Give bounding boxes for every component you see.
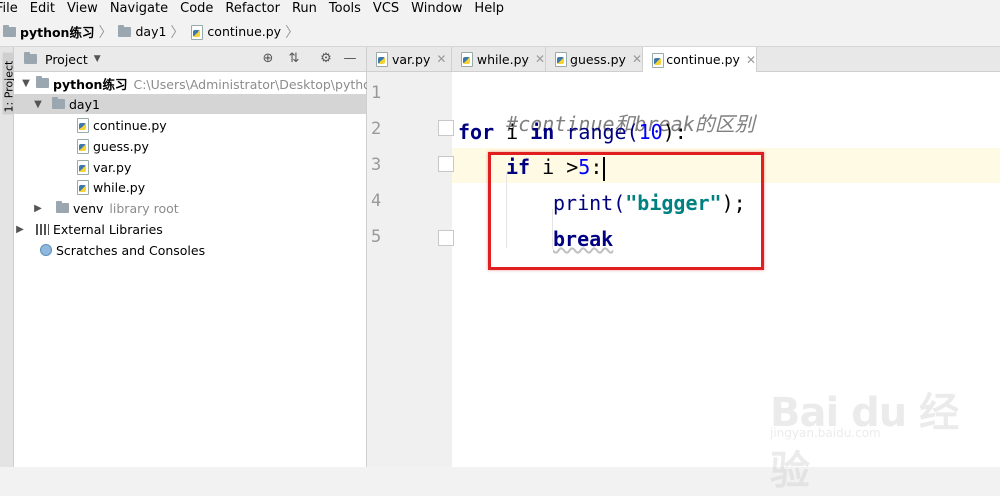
hide-panel-icon[interactable]: — — [342, 51, 358, 67]
menu-help[interactable]: Help — [474, 0, 504, 17]
folder-icon — [56, 201, 69, 213]
python-file-icon — [554, 52, 568, 67]
close-icon[interactable]: ✕ — [632, 52, 642, 66]
tree-item-venv[interactable]: ▶ venv library root — [32, 198, 179, 218]
python-file-icon — [190, 24, 204, 40]
collapse-all-icon[interactable]: ⇅ — [286, 51, 302, 67]
breadcrumb-day1[interactable]: day1 〉 — [118, 22, 190, 42]
fold-marker-icon[interactable] — [438, 120, 454, 136]
menu-navigate[interactable]: Navigate — [110, 0, 168, 17]
line-number: 3 — [371, 155, 382, 175]
menu-refactor[interactable]: Refactor — [225, 0, 280, 17]
close-icon[interactable]: ✕ — [746, 53, 756, 67]
breadcrumb: python练习〉 day1 〉 continue.py 〉 — [0, 17, 1000, 47]
python-file-icon — [651, 52, 665, 68]
menu-edit[interactable]: Edit — [30, 0, 55, 17]
code-line-2[interactable]: for i in range(10): — [458, 118, 687, 146]
fold-marker-icon[interactable] — [438, 156, 454, 172]
project-panel: Project ▼ ⊕ ⇅ ⚙ — ▼ python练习 C:\Users\Ad… — [14, 47, 391, 467]
chevron-right-icon[interactable]: ▶ — [14, 224, 26, 235]
menu-code[interactable]: Code — [180, 0, 213, 17]
editor-tab-bar: var.py ✕ while.py ✕ guess.py ✕ continue.… — [367, 47, 1000, 72]
python-file-icon — [375, 52, 388, 67]
tree-item-scratches[interactable]: Scratches and Consoles — [40, 240, 205, 260]
annotation-highlight-box — [488, 152, 764, 270]
project-view-icon — [24, 52, 37, 64]
watermark-url: jingyan.baidu.com — [770, 426, 881, 440]
baidu-watermark: Bai du 经验 jingyan.baidu.com — [770, 380, 990, 494]
menu-file[interactable]: File — [0, 0, 18, 17]
chevron-right-icon: 〉 — [170, 24, 185, 41]
tab-var-py[interactable]: var.py ✕ — [367, 47, 452, 71]
tree-item-day1[interactable]: ▼ day1 — [14, 94, 366, 114]
folder-icon — [52, 97, 65, 109]
breadcrumb-project[interactable]: python练习〉 — [3, 22, 118, 42]
python-file-icon — [76, 160, 89, 175]
breadcrumb-file[interactable]: continue.py 〉 — [190, 22, 305, 42]
dropdown-arrow-icon[interactable]: ▼ — [94, 54, 101, 64]
line-number: 5 — [371, 227, 382, 247]
locate-icon[interactable]: ⊕ — [260, 51, 276, 67]
tab-continue-py[interactable]: continue.py ✕ — [643, 47, 757, 72]
folder-icon — [3, 24, 16, 37]
project-panel-header: Project ▼ ⊕ ⇅ ⚙ — — [14, 47, 366, 72]
tree-item-external-libraries[interactable]: ▶ External Libraries — [14, 219, 163, 239]
close-icon[interactable]: ✕ — [436, 52, 446, 66]
folder-icon — [36, 76, 49, 88]
menu-view[interactable]: View — [67, 0, 98, 17]
line-number: 4 — [371, 191, 382, 211]
chevron-down-icon[interactable]: ▼ — [32, 99, 44, 110]
tab-guess-py[interactable]: guess.py ✕ — [546, 47, 643, 71]
menu-window[interactable]: Window — [411, 0, 462, 17]
chevron-down-icon[interactable]: ▼ — [20, 78, 32, 89]
tree-item-file[interactable]: continue.py — [76, 115, 167, 135]
fold-marker-icon[interactable] — [438, 230, 454, 246]
line-number: 1 — [371, 83, 382, 103]
tree-item-file[interactable]: var.py — [76, 157, 131, 177]
tree-item-project-root[interactable]: ▼ python练习 C:\Users\Administrator\Deskto… — [20, 73, 391, 93]
line-number-gutter: 1 2 3 4 5 — [367, 72, 454, 467]
tab-while-py[interactable]: while.py ✕ — [452, 47, 546, 71]
chevron-right-icon: 〉 — [98, 24, 113, 41]
tree-item-file[interactable]: guess.py — [76, 136, 149, 156]
scratches-icon — [40, 244, 52, 256]
python-file-icon — [460, 52, 473, 67]
project-panel-title[interactable]: Project — [45, 52, 88, 67]
gear-icon[interactable]: ⚙ — [318, 51, 334, 67]
close-icon[interactable]: ✕ — [535, 52, 545, 66]
menu-vcs[interactable]: VCS — [373, 0, 399, 17]
library-icon — [36, 223, 49, 235]
chevron-right-icon: 〉 — [285, 24, 300, 41]
menu-tools[interactable]: Tools — [329, 0, 361, 17]
folder-icon — [118, 24, 132, 37]
menu-bar: File Edit View Navigate Code Refactor Ru… — [0, 0, 1000, 17]
tool-window-strip: 1: Project — [0, 47, 16, 467]
menu-run[interactable]: Run — [292, 0, 317, 17]
chevron-right-icon[interactable]: ▶ — [32, 203, 44, 214]
python-file-icon — [76, 118, 89, 133]
tree-item-file[interactable]: while.py — [76, 177, 145, 197]
line-number: 2 — [371, 119, 382, 139]
python-file-icon — [76, 139, 89, 154]
python-file-icon — [76, 180, 89, 195]
